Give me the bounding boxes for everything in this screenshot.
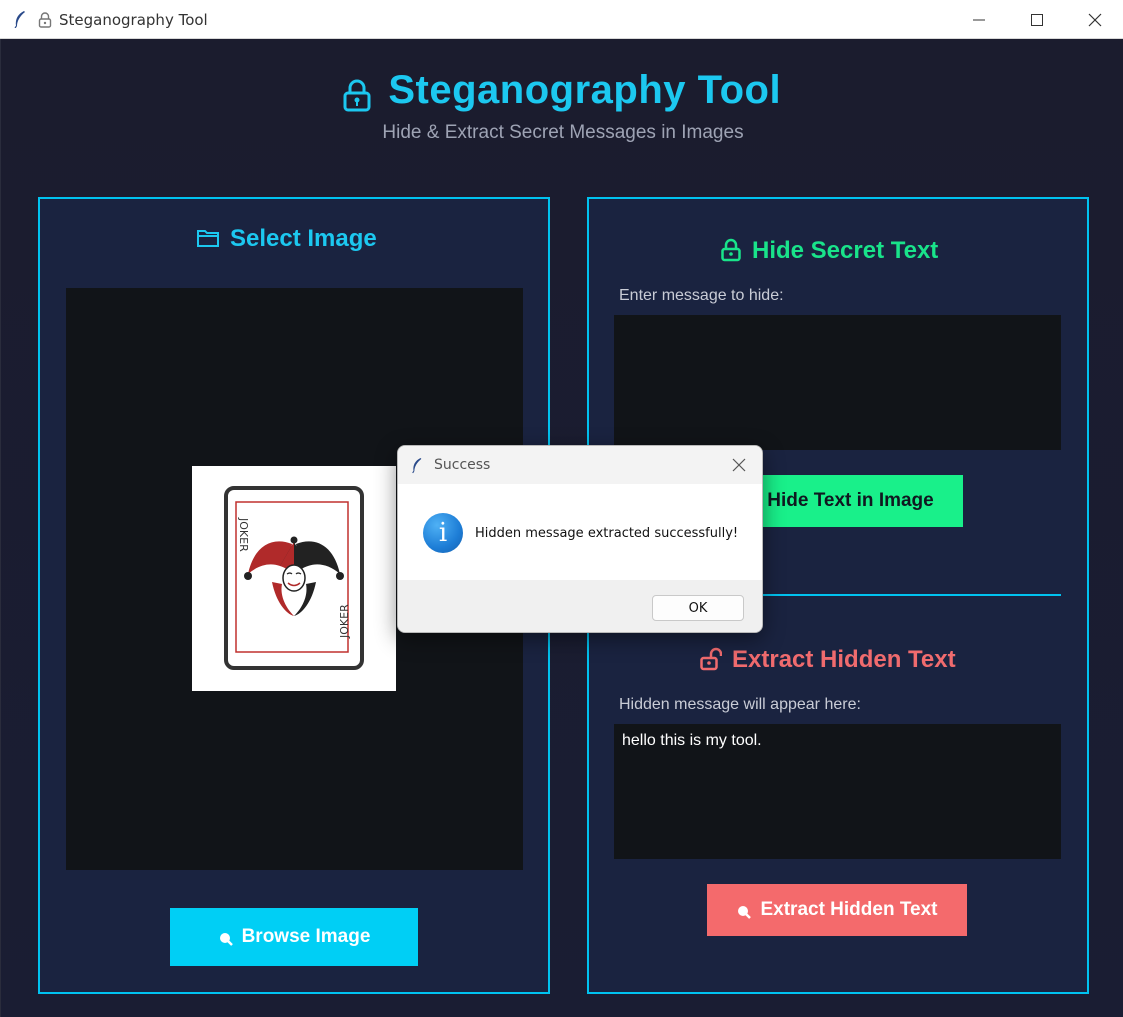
folder-icon: [197, 229, 219, 247]
close-icon: [732, 458, 746, 472]
success-dialog: Success i Hidden message extracted succe…: [397, 445, 763, 633]
joker-card-image: JOKER JOKER: [192, 466, 396, 691]
magnifier-icon: [738, 906, 752, 919]
select-image-label: Select Image: [230, 225, 377, 252]
magnifier-icon: [219, 933, 233, 946]
extract-output-label: Hidden message will appear here:: [619, 696, 861, 713]
dialog-body: i Hidden message extracted successfully!: [398, 484, 762, 580]
dialog-message: Hidden message extracted successfully!: [475, 526, 739, 541]
feather-icon: [412, 458, 422, 474]
dialog-title: Success: [434, 457, 491, 473]
extracted-message-output[interactable]: hello this is my tool.: [614, 724, 1061, 859]
lock-icon: [343, 79, 371, 111]
browse-image-button[interactable]: Browse Image: [170, 908, 418, 966]
browse-image-label: Browse Image: [241, 926, 371, 947]
hide-input-label: Enter message to hide:: [619, 287, 784, 304]
app-title: Steganography Tool: [388, 68, 782, 112]
hide-text-heading: Hide Secret Text: [720, 237, 938, 265]
maximize-button[interactable]: [1008, 0, 1066, 39]
info-icon: i: [423, 513, 463, 553]
joker-card-graphic: JOKER JOKER: [224, 486, 364, 670]
extract-text-label: Extract Hidden Text: [732, 646, 956, 673]
app-header: Steganography Tool: [0, 68, 1123, 113]
close-button[interactable]: [1066, 0, 1123, 39]
minimize-button[interactable]: [950, 0, 1008, 39]
unlock-icon: [700, 647, 722, 670]
hide-text-button[interactable]: Hide Text in Image: [738, 475, 963, 527]
hide-text-button-label: Hide Text in Image: [767, 490, 934, 511]
window-titlebar: Steganography Tool: [0, 0, 1123, 39]
extract-text-button-label: Extract Hidden Text: [760, 899, 938, 920]
ok-button[interactable]: OK: [652, 595, 744, 621]
dialog-titlebar: Success: [398, 446, 762, 484]
window-title: Steganography Tool: [59, 11, 208, 29]
dialog-close-button[interactable]: [724, 451, 754, 479]
hide-text-label: Hide Secret Text: [752, 237, 939, 264]
dialog-footer: OK: [398, 580, 762, 632]
minimize-icon: [973, 19, 985, 20]
lock-icon: [721, 238, 741, 261]
feather-icon: [14, 11, 25, 28]
lock-icon: [38, 12, 52, 28]
extract-text-heading: Extract Hidden Text: [700, 646, 956, 674]
hide-message-input[interactable]: [614, 315, 1061, 450]
close-icon: [1088, 13, 1102, 26]
svg-text:JOKER: JOKER: [338, 604, 351, 639]
maximize-icon: [1031, 13, 1043, 26]
app-subtitle: Hide & Extract Secret Messages in Images: [382, 122, 744, 143]
svg-text:JOKER: JOKER: [237, 517, 250, 552]
extract-text-button[interactable]: Extract Hidden Text: [707, 884, 967, 936]
select-image-heading: Select Image: [196, 225, 377, 253]
